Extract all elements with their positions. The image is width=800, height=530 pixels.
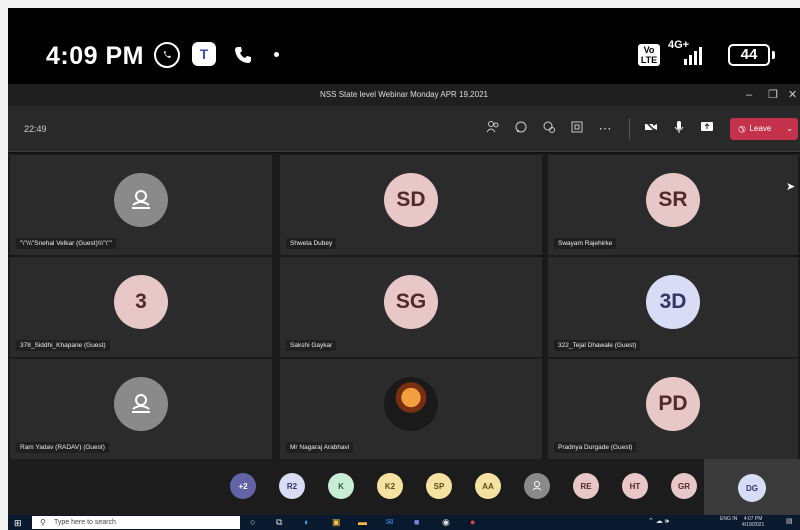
search-placeholder: Type here to search: [54, 519, 116, 526]
participant-tile[interactable]: Mr Nagaraj Arabhavi: [280, 359, 542, 459]
call-duration: 22:49: [24, 124, 47, 134]
minimize-button[interactable]: –: [746, 84, 752, 106]
phone-call-icon: [230, 42, 256, 68]
participant-name: Swayam Rajehirke: [554, 238, 617, 249]
chrome-icon[interactable]: ◉: [442, 517, 450, 528]
teams-icon: T: [192, 42, 216, 66]
participant-avatar: SD: [384, 173, 438, 227]
taskbar-clock[interactable]: 4:07 PM 4/19/2021: [742, 516, 764, 528]
strip-avatar[interactable]: GR: [671, 473, 697, 499]
participant-avatar: [114, 377, 168, 431]
leave-button[interactable]: ✆ Leave ⌄: [730, 118, 798, 140]
battery-cap: [772, 51, 775, 59]
person-icon: [132, 190, 150, 209]
reactions-icon[interactable]: [540, 120, 558, 138]
share-screen-icon[interactable]: [698, 120, 716, 138]
signal-strength-icon: [684, 45, 702, 65]
meeting-toolbar: 22:49 ⋯ ✆ Leave ⌄: [8, 106, 800, 152]
window-title: NSS State level Webinar Monday APR 19,20…: [320, 90, 488, 99]
search-icon: ⚲: [40, 518, 46, 527]
participant-tile[interactable]: SD Shweta Dubey: [280, 155, 542, 255]
participant-name: Ram Yadav (RADAV) (Guest): [16, 442, 109, 453]
participant-tile[interactable]: PD Pradnya Durgade (Guest): [548, 359, 798, 459]
participant-name: "\"\\\"Snehal Velkar (Guest)\\\"\"": [16, 238, 116, 249]
chat-icon[interactable]: [512, 120, 530, 138]
maximize-button[interactable]: ❐: [768, 84, 778, 106]
status-time: 4:09 PM: [46, 42, 144, 70]
task-view-icon[interactable]: ⧉: [276, 517, 282, 528]
strip-avatar[interactable]: [524, 473, 550, 499]
participant-avatar: 3D: [646, 275, 700, 329]
strip-avatar[interactable]: SP: [426, 473, 452, 499]
cortana-icon[interactable]: ○: [250, 517, 255, 527]
participant-tile[interactable]: 3D 322_Tejal Dhawale (Guest): [548, 257, 798, 357]
whatsapp-icon: [154, 42, 180, 68]
phone-status-bar: 4:09 PM T Vo LTE 4G+ 44: [8, 8, 800, 84]
tray-icons[interactable]: ⌃ ☁ 🕪: [648, 517, 669, 526]
edge-icon[interactable]: ◐: [304, 517, 309, 527]
app-icon[interactable]: ●: [470, 517, 475, 527]
participant-name: Sakshi Gaykar: [286, 340, 337, 351]
strip-avatar[interactable]: RE: [573, 473, 599, 499]
participant-name: 378_Siddhi_Khapane (Guest): [16, 340, 110, 351]
participant-avatar: [114, 173, 168, 227]
participant-tile[interactable]: "\"\\\"Snehal Velkar (Guest)\\\"\"": [10, 155, 272, 255]
volte-icon: Vo LTE: [638, 44, 660, 66]
participant-avatar: [384, 377, 438, 431]
windows-start-icon[interactable]: ⊞: [14, 518, 22, 529]
participant-tile[interactable]: 3 378_Siddhi_Khapane (Guest): [10, 257, 272, 357]
close-button[interactable]: ✕: [788, 84, 797, 106]
participant-avatar: PD: [646, 377, 700, 431]
language-indicator[interactable]: ENG IN: [720, 516, 737, 522]
participants-icon[interactable]: [484, 120, 502, 138]
participant-avatar: 3: [114, 275, 168, 329]
person-icon: [132, 394, 150, 413]
participant-avatar: SG: [384, 275, 438, 329]
taskbar-search-input[interactable]: ⚲ Type here to search: [32, 516, 240, 529]
notification-dot: [274, 52, 279, 57]
strip-avatar[interactable]: AA: [475, 473, 501, 499]
participant-tile[interactable]: Ram Yadav (RADAV) (Guest): [10, 359, 272, 459]
strip-avatar[interactable]: K2: [377, 473, 403, 499]
toolbar-divider: [629, 118, 630, 140]
mouse-cursor-icon: ➤: [786, 181, 796, 193]
participant-tile[interactable]: SR Swayam Rajehirke: [548, 155, 798, 255]
breakout-rooms-icon[interactable]: [568, 120, 586, 138]
strip-avatar[interactable]: K: [328, 473, 354, 499]
participant-name: Shweta Dubey: [286, 238, 337, 249]
mail-icon[interactable]: ✉: [386, 517, 394, 528]
more-participants-badge[interactable]: +2: [230, 473, 256, 499]
strip-avatar[interactable]: HT: [622, 473, 648, 499]
participant-tile[interactable]: SG Sakshi Gaykar: [280, 257, 542, 357]
windows-taskbar: ⊞ ⚲ Type here to search ○ ⧉ ◐ ▣ ▬ ✉ ■ ◉ …: [8, 515, 800, 530]
microphone-icon[interactable]: [670, 120, 688, 138]
screen-recording: 4:09 PM T Vo LTE 4G+ 44 NSS State level …: [8, 8, 800, 530]
store-icon[interactable]: ▣: [332, 517, 341, 528]
teams-taskbar-icon[interactable]: ■: [414, 517, 419, 527]
participant-grid: "\"\\\"Snehal Velkar (Guest)\\\"\"" SD Shw…: [8, 153, 800, 459]
chevron-down-icon[interactable]: ⌄: [786, 118, 793, 140]
overflow-participants-strip: +2 R2 K K2 SP AA RE HT GR DG: [8, 459, 800, 515]
camera-off-icon[interactable]: [642, 120, 660, 138]
more-options-icon[interactable]: ⋯: [596, 120, 614, 138]
notifications-icon[interactable]: ▤: [786, 517, 793, 525]
participant-avatar: SR: [646, 173, 700, 227]
window-title-bar: NSS State level Webinar Monday APR 19,20…: [8, 84, 800, 106]
file-explorer-icon[interactable]: ▬: [358, 517, 367, 527]
participant-name: 322_Tejal Dhawale (Guest): [554, 340, 641, 351]
person-icon: [532, 481, 542, 491]
battery-icon: 44: [728, 44, 770, 66]
self-view-tile[interactable]: DG: [704, 459, 800, 515]
participant-name: Mr Nagaraj Arabhavi: [286, 442, 354, 453]
leave-label: Leave: [749, 124, 772, 133]
participant-name: Pradnya Durgade (Guest): [554, 442, 637, 453]
strip-avatar[interactable]: R2: [279, 473, 305, 499]
self-avatar: DG: [738, 474, 766, 502]
clock-date: 4/19/2021: [742, 522, 765, 528]
